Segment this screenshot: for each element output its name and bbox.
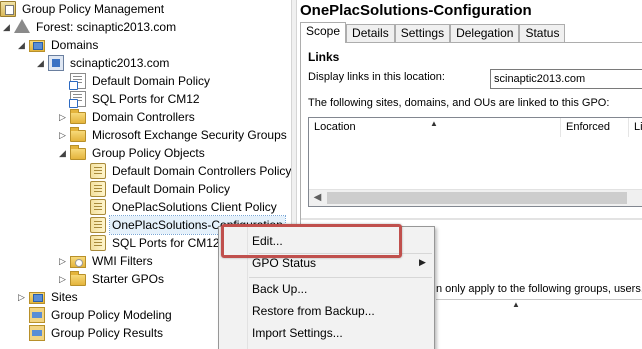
gpo-link-icon: [69, 73, 86, 90]
menu-item-import-settings[interactable]: Import Settings...: [252, 323, 343, 343]
tree-label: Group Policy Results: [51, 326, 164, 340]
tab-settings[interactable]: Settings: [394, 24, 451, 43]
wmi-folder-icon: [70, 256, 86, 268]
modeling-icon: [29, 307, 45, 323]
expand-arrow-icon[interactable]: ▷: [58, 252, 67, 270]
scroll-left-icon[interactable]: ◀: [309, 190, 326, 206]
tab-strip: Scope Details Settings Delegation Status: [300, 22, 566, 43]
security-filtering-list[interactable]: ▲: [436, 299, 642, 339]
collapse-arrow-icon[interactable]: ◢: [2, 18, 11, 36]
ou-folder-icon: [70, 127, 86, 142]
collapse-arrow-icon[interactable]: ◢: [36, 54, 45, 72]
forest-icon: [14, 19, 30, 33]
tree-node-wmi-filters[interactable]: ▷ WMI Filters: [58, 252, 155, 270]
tab-status[interactable]: Status: [519, 24, 566, 43]
links-list[interactable]: Location ▲ Enforced Li ◀: [308, 117, 642, 207]
tree-label: Default Domain Controllers Policy: [112, 164, 291, 178]
tree-node-gp-modeling[interactable]: Group Policy Modeling: [29, 306, 174, 324]
expand-arrow-icon[interactable]: ▷: [58, 270, 67, 288]
tree-node-starter-gpos[interactable]: ▷ Starter GPOs: [58, 270, 166, 288]
domains-folder-icon: [29, 40, 45, 52]
context-menu: Edit... GPO Status ▶ Back Up... Restore …: [218, 226, 435, 349]
tree-label: SQL Ports for CM12: [92, 92, 200, 106]
tree-node-sites[interactable]: ▷ Sites: [17, 288, 80, 306]
tree-label: Forest: scinaptic2013.com: [36, 20, 177, 34]
expand-arrow-icon[interactable]: ▷: [58, 108, 67, 126]
starter-gpo-folder-icon: [70, 271, 86, 286]
tree-node-forest[interactable]: ◢ Forest: scinaptic2013.com: [2, 18, 178, 36]
submenu-arrow-icon: ▶: [419, 257, 426, 267]
column-header-link-enabled[interactable]: Li: [629, 118, 642, 137]
tree-node-gpo-sql-ports[interactable]: SQL Ports for CM12: [78, 234, 222, 252]
tree-label: OnePlacSolutions Client Policy: [112, 200, 277, 214]
group-policy-management-icon: [0, 1, 16, 17]
horizontal-scrollbar[interactable]: ◀: [309, 189, 642, 206]
menu-item-gpo-status[interactable]: GPO Status: [252, 253, 316, 273]
tree-node-group-policy-objects[interactable]: ◢ Group Policy Objects: [58, 144, 207, 162]
security-filtering-label: n only apply to the following groups, us…: [436, 283, 642, 295]
tree-label: Microsoft Exchange Security Groups: [92, 128, 287, 142]
tree-node-link-sql-ports[interactable]: SQL Ports for CM12: [58, 90, 202, 108]
tree-node-exchange-security-groups[interactable]: ▷ Microsoft Exchange Security Groups: [58, 126, 289, 144]
sort-ascending-icon: ▲: [430, 119, 438, 128]
menu-item-back-up[interactable]: Back Up...: [252, 279, 307, 299]
display-links-dropdown[interactable]: scinaptic2013.com: [490, 69, 642, 89]
tree-node-gp-results[interactable]: Group Policy Results: [29, 324, 165, 342]
tree-label: Domains: [51, 38, 99, 52]
tab-details[interactable]: Details: [346, 24, 395, 43]
expand-arrow-icon[interactable]: ▷: [58, 126, 67, 144]
gpo-scroll-icon: [90, 235, 106, 251]
tree-label: Group Policy Management: [22, 2, 165, 16]
results-icon: [29, 325, 45, 341]
expand-arrow-icon[interactable]: ▷: [17, 288, 26, 306]
tree-label: Group Policy Objects: [92, 146, 205, 160]
tree-node-gpo-default-domain-policy[interactable]: Default Domain Policy: [78, 180, 232, 198]
tree-label: Sites: [51, 290, 78, 304]
gpo-scroll-icon: [90, 181, 106, 197]
domain-icon: [48, 55, 64, 71]
gpo-folder-icon: [70, 145, 86, 160]
section-divider: [301, 218, 642, 220]
sites-folder-icon: [29, 292, 45, 304]
tree-node-link-default-domain-policy[interactable]: Default Domain Policy: [58, 72, 212, 90]
scrollbar-thumb[interactable]: [327, 192, 627, 204]
display-links-label: Display links in this location:: [308, 71, 445, 83]
gpo-scroll-icon: [90, 199, 106, 215]
collapse-arrow-icon[interactable]: ◢: [58, 144, 67, 162]
tree-node-domain[interactable]: ◢ scinaptic2013.com: [36, 54, 171, 72]
tree-node-group-policy-management[interactable]: Group Policy Management: [0, 0, 166, 18]
links-heading: Links: [308, 50, 340, 64]
tree-node-domains[interactable]: ◢ Domains: [17, 36, 100, 54]
tree-label: scinaptic2013.com: [70, 56, 170, 70]
menu-separator: [249, 277, 432, 278]
tab-scope[interactable]: Scope: [300, 22, 347, 43]
linked-locations-label: The following sites, domains, and OUs ar…: [308, 97, 610, 109]
gpo-scroll-icon: [90, 163, 106, 179]
gpo-title: OnePlacSolutions-Configuration: [300, 2, 532, 19]
menu-item-restore-from-backup[interactable]: Restore from Backup...: [252, 301, 375, 321]
tree-label: Starter GPOs: [92, 272, 165, 286]
tree-node-gpo-ddc-policy[interactable]: Default Domain Controllers Policy: [78, 162, 291, 180]
sort-ascending-icon: ▲: [512, 300, 520, 309]
menu-item-edit[interactable]: Edit...: [252, 231, 283, 251]
tree-label: Domain Controllers: [92, 110, 195, 124]
tree-label: Group Policy Modeling: [51, 308, 172, 322]
tree-label: SQL Ports for CM12: [112, 236, 220, 250]
collapse-arrow-icon[interactable]: ◢: [17, 36, 26, 54]
gpo-scroll-icon: [90, 217, 106, 233]
tree-label: WMI Filters: [92, 254, 153, 268]
column-header-enforced[interactable]: Enforced: [561, 118, 629, 137]
tree-node-gpo-client-policy[interactable]: OnePlacSolutions Client Policy: [78, 198, 279, 216]
gpo-link-icon: [69, 91, 86, 108]
ou-folder-icon: [70, 109, 86, 124]
tree-label: Default Domain Policy: [112, 182, 231, 196]
tab-delegation[interactable]: Delegation: [450, 24, 520, 43]
tree-node-domain-controllers[interactable]: ▷ Domain Controllers: [58, 108, 197, 126]
tree-label: Default Domain Policy: [92, 74, 211, 88]
